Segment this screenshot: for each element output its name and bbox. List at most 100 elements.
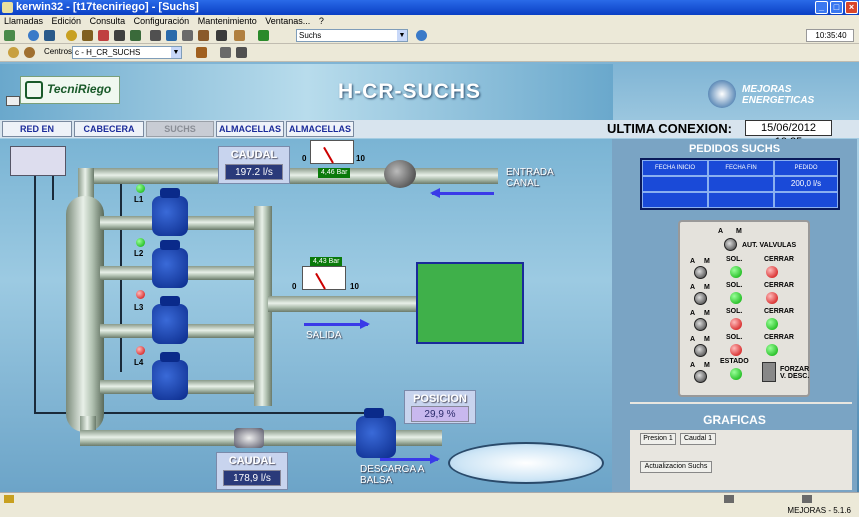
page-title: H-CR-SUCHS: [338, 80, 481, 103]
conexion-label: ULTIMA CONEXION:: [607, 121, 732, 136]
menu-configuracion[interactable]: Configuración: [134, 16, 190, 26]
table-cell: [708, 176, 774, 192]
balsa-reservoir: [448, 442, 604, 484]
menu-llamadas[interactable]: Llamadas: [4, 16, 43, 26]
selector-knob-l2[interactable]: [694, 292, 707, 305]
tab-suchs[interactable]: SUCHS: [146, 121, 214, 137]
selector-knob-aut[interactable]: [724, 238, 737, 251]
table-header: PEDIDO: [774, 160, 838, 176]
pen-icon[interactable]: [196, 47, 207, 58]
window-title: kerwin32 - [t17tecniriego] - [Suchs]: [16, 1, 199, 13]
flow-meter: [234, 428, 264, 448]
table-header: FECHA FIN: [708, 160, 774, 176]
posicion-box: POSICION 29,9 %: [404, 390, 476, 424]
globe-icon[interactable]: [28, 30, 39, 41]
plc-device: [10, 146, 66, 176]
valve-inlet[interactable]: [384, 160, 416, 188]
save-icon[interactable]: [182, 30, 193, 41]
maximize-button[interactable]: □: [830, 1, 843, 14]
table-header: FECHA INICIO: [642, 160, 708, 176]
close-button[interactable]: ×: [845, 1, 858, 14]
window-titlebar: kerwin32 - [t17tecniriego] - [Suchs] _ □…: [0, 0, 859, 15]
mejoras-logo: MEJORAS ENERGETICAS: [700, 78, 850, 112]
selector-knob-l3[interactable]: [694, 318, 707, 331]
irrigation-map[interactable]: [416, 262, 524, 344]
document-icon[interactable]: [166, 30, 177, 41]
user-icon[interactable]: [8, 47, 19, 58]
table-icon[interactable]: [130, 30, 141, 41]
led-l2: [136, 238, 145, 247]
folder-icon[interactable]: [234, 30, 245, 41]
tab-almacellas-1[interactable]: ALMACELLAS 1: [216, 121, 284, 148]
pedidos-title: PEDIDOS SUCHS: [688, 143, 781, 155]
tools-icon[interactable]: [198, 30, 209, 41]
copy-icon[interactable]: [220, 47, 231, 58]
valve-l2[interactable]: [152, 240, 188, 288]
line-label: L2: [134, 249, 144, 258]
minimize-button[interactable]: _: [815, 1, 828, 14]
menubar: Llamadas Edición Consulta Configuración …: [0, 15, 859, 28]
eye-icon[interactable]: [44, 30, 55, 41]
lock-icon[interactable]: [216, 30, 227, 41]
table-cell: [774, 192, 838, 208]
pedidos-table: FECHA INICIO FECHA FIN PEDIDO 200,0 l/s: [640, 158, 840, 210]
tab-red-en-planta[interactable]: RED EN PLANTA: [2, 121, 72, 148]
menu-ventanas[interactable]: Ventanas...: [265, 16, 310, 26]
valve-l3[interactable]: [152, 296, 188, 344]
presion-1-button[interactable]: Presion 1: [640, 433, 676, 445]
led-sol-2: [730, 292, 742, 304]
grid-icon[interactable]: [114, 30, 125, 41]
tab-cabecera[interactable]: CABECERA: [74, 121, 144, 137]
led-l1: [136, 184, 145, 193]
menu-consulta[interactable]: Consulta: [90, 16, 126, 26]
app-icon: [2, 2, 13, 13]
caudal-1-button[interactable]: Caudal 1: [680, 433, 716, 445]
selector-knob-desc[interactable]: [694, 370, 707, 383]
printer-icon[interactable]: [150, 30, 161, 41]
actualizacion-button[interactable]: Actualizacion Suchs: [640, 461, 712, 473]
forzar-switch[interactable]: [762, 362, 776, 382]
valve-discharge[interactable]: [356, 408, 396, 458]
group-icon[interactable]: [24, 47, 35, 58]
led-sol-1: [730, 266, 742, 278]
wire: [34, 176, 36, 414]
led-cerrar-3: [766, 318, 778, 330]
status-icon: [802, 495, 812, 503]
valve-l1[interactable]: [152, 188, 188, 236]
arrow-left-icon: [430, 188, 494, 198]
menu-help[interactable]: ?: [319, 16, 324, 26]
station-icon[interactable]: [6, 96, 20, 106]
table-cell: [642, 176, 708, 192]
tab-almacellas-2[interactable]: ALMACELLAS 2: [286, 121, 354, 148]
menu-mantenimiento[interactable]: Mantenimiento: [198, 16, 257, 26]
clock-icon[interactable]: [66, 30, 77, 41]
arrow-right-icon: [380, 454, 440, 464]
tecniriego-logo: TecniRiego: [20, 76, 120, 104]
station-combo[interactable]: Suchs ▼: [296, 29, 408, 42]
conexion-value: 15/06/2012 10:25: [745, 120, 832, 148]
led-sol-4: [730, 344, 742, 356]
gauge-mid: [302, 266, 346, 290]
line-label: L3: [134, 303, 144, 312]
gauge-top-value: 4,46 Bar: [318, 168, 351, 178]
pipe-outlet: [268, 296, 418, 312]
valve-l4[interactable]: [152, 352, 188, 400]
selector-knob-l4[interactable]: [694, 344, 707, 357]
gear-icon[interactable]: [82, 30, 93, 41]
centros-combo[interactable]: c - H_CR_SUCHS ▼: [72, 46, 182, 59]
graficas-title: GRAFICAS: [703, 413, 766, 427]
caudal-bottom-value: 178,9 l/s: [223, 470, 281, 486]
table-cell: [708, 192, 774, 208]
header-manifold: [66, 196, 104, 432]
line-chart-icon[interactable]: [98, 30, 109, 41]
exit-icon[interactable]: [258, 30, 269, 41]
arrow-right-icon: [304, 319, 370, 329]
chart-icon[interactable]: [4, 30, 15, 41]
chevron-down-icon: ▼: [171, 47, 181, 58]
menu-edicion[interactable]: Edición: [52, 16, 82, 26]
window-icon[interactable]: [236, 47, 247, 58]
selector-knob-l1[interactable]: [694, 266, 707, 279]
caudal-top: CAUDAL 197.2 l/s: [218, 146, 290, 184]
refresh-icon[interactable]: [416, 30, 427, 41]
descarga-label: DESCARGA A BALSA: [360, 464, 424, 486]
